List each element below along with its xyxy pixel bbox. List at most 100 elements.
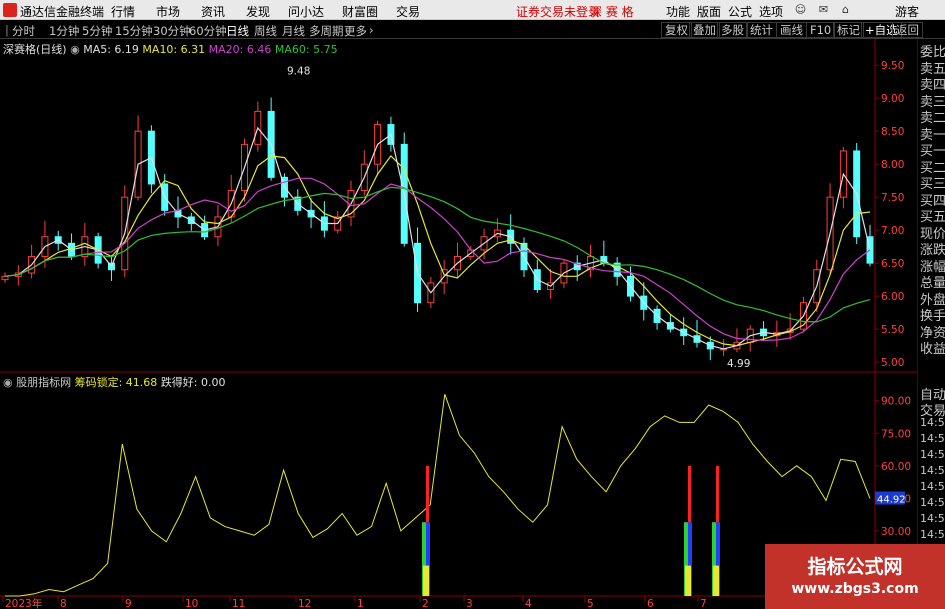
menu-news[interactable]: 资讯 xyxy=(201,3,225,20)
price-tick-label: 9.50 xyxy=(881,60,904,72)
menu-discover[interactable]: 发现 xyxy=(246,3,270,20)
price-tick-label: 9.00 xyxy=(881,93,904,105)
x-axis-label: 8 xyxy=(60,598,67,609)
tick-time-8: 14:56 xyxy=(920,512,945,525)
guest-user[interactable]: 游客 xyxy=(895,3,919,20)
candle-body xyxy=(1,275,9,281)
tool-draw[interactable]: 画线 xyxy=(776,22,807,38)
current-value-label: 44.92 xyxy=(877,495,906,506)
app-logo-icon xyxy=(3,3,17,17)
x-axis-label: 1 xyxy=(357,598,364,609)
menu-trade[interactable]: 交易 xyxy=(396,3,420,20)
ind-tick-label: 75.00 xyxy=(881,428,911,440)
indicator-line xyxy=(5,394,871,597)
period-15min[interactable]: 15分钟 xyxy=(115,23,153,39)
title-bar: 通达信金融终端 行情 市场 资讯 发现 问小达 财富圈 交易 证券交易未登录 深… xyxy=(0,0,945,20)
menu-layout[interactable]: 版面 xyxy=(697,3,721,20)
period-toolbar: | 分时 1分钟 5分钟 15分钟 30分钟 60分钟 日线 周线 月线 多周期… xyxy=(0,21,945,39)
x-axis-label: 11 xyxy=(232,598,245,609)
menu-options[interactable]: 选项 xyxy=(759,3,783,20)
kline-chart[interactable]: 9.50 9.00 8.50 8.00 7.50 7.00 6.50 6.00 5.50 5.00… xyxy=(0,39,917,609)
tool-overlay[interactable]: 叠加 xyxy=(689,22,720,38)
ma60-line xyxy=(4,186,871,323)
menu-quotes[interactable]: 行情 xyxy=(111,3,135,20)
quote-side-panel: 委比 卖五 卖四 卖三 卖二 卖一 买一 买二 买三 买四 买五 现价 涨跌 涨幅 总量 外盘 换手 净资 收益 自动… xyxy=(917,39,945,609)
ind-tick-label: 30.00 xyxy=(881,526,911,538)
tool-stats[interactable]: 统计 xyxy=(746,22,777,38)
login-status[interactable]: 证券交易未登录 xyxy=(516,3,600,20)
watermark-banner: 指标公式网 www.zbgs3.com xyxy=(765,544,945,609)
period-60min[interactable]: 60分钟 xyxy=(189,23,227,39)
menu-market[interactable]: 市场 xyxy=(156,3,180,20)
tool-f10[interactable]: F10 xyxy=(806,22,836,38)
period-weekly[interactable]: 周线 xyxy=(254,23,277,39)
period-30min[interactable]: 30分钟 xyxy=(153,23,191,39)
tick-time-9: 14:56 xyxy=(920,528,945,541)
drop-value-label: 跌得好: 0.00 xyxy=(160,376,226,389)
quote-field-18: 收益 xyxy=(920,342,945,357)
tick-time-7: 14:56 xyxy=(920,496,945,509)
stock-title: 深赛格(日线) xyxy=(3,43,67,56)
x-axis-label: 2023年 xyxy=(5,597,42,609)
ma10-label: MA10: 6.31 xyxy=(142,43,206,56)
banner-title: 指标公式网 xyxy=(807,556,903,578)
period-monthly[interactable]: 月线 xyxy=(282,23,305,39)
ma5-label: MA5: 6.19 xyxy=(83,43,139,56)
period-1min[interactable]: 1分钟 xyxy=(49,23,79,39)
tool-multistock[interactable]: 多股 xyxy=(717,22,748,38)
price-tick-label: 7.00 xyxy=(881,225,904,237)
period-daily[interactable]: 日线 xyxy=(226,23,249,39)
signal-bar-red xyxy=(716,465,719,523)
app-name: 通达信金融终端 xyxy=(20,5,105,19)
ma60-label: MA60: 5.75 xyxy=(274,43,338,56)
period-5min[interactable]: 5分钟 xyxy=(82,23,112,39)
service-icon[interactable]: ☺ xyxy=(793,2,808,17)
x-axis-label: 6 xyxy=(647,598,654,609)
tool-back[interactable]: 返回 xyxy=(892,22,923,38)
ma20-label: MA20: 6.46 xyxy=(208,43,272,56)
x-axis-label: 3 xyxy=(466,598,473,609)
indicator-title[interactable]: 股朋指标网 xyxy=(16,376,71,389)
legend-dropdown-icon[interactable]: ◉ xyxy=(70,43,80,56)
price-tick-label: 8.50 xyxy=(881,126,904,138)
x-axis-label: 4 xyxy=(525,598,532,609)
tick-time-4: 14:56 xyxy=(920,448,945,461)
period-prefix-icon: | xyxy=(5,23,9,37)
mail-icon[interactable]: ✉ xyxy=(816,2,831,17)
chevron-right-icon[interactable]: › xyxy=(369,23,374,37)
tick-time-5: 14:56 xyxy=(920,464,945,477)
price-tick-label: 5.00 xyxy=(881,357,904,369)
ind-tick-label: 90.00 xyxy=(881,396,911,408)
tool-mark[interactable]: 标记 xyxy=(833,22,864,38)
x-axis-label: 9 xyxy=(125,598,132,609)
banner-url: www.zbgs3.com xyxy=(791,581,919,597)
menu-wealth[interactable]: 财富圈 xyxy=(342,3,378,20)
indicator-dropdown-icon[interactable]: ◉ xyxy=(3,376,13,389)
price-tick-label: 6.50 xyxy=(881,258,904,270)
price-tick-label: 6.00 xyxy=(881,291,904,303)
x-axis-label: 10 xyxy=(185,598,198,609)
high-price-label: 9.48 xyxy=(287,66,310,78)
signal-bar-yellow xyxy=(423,565,429,596)
low-price-label: 4.99 xyxy=(727,358,750,370)
x-axis-label: 5 xyxy=(587,598,594,609)
lock-value-label: 筹码锁定: 41.68 xyxy=(74,376,158,389)
period-more[interactable]: 更多 xyxy=(344,23,367,39)
menu-ask[interactable]: 问小达 xyxy=(288,3,324,20)
indicator-legend: ◉ 股朋指标网 筹码锁定: 41.68 跌得好: 0.00 xyxy=(3,374,226,390)
signal-bar-yellow xyxy=(685,565,691,596)
menu-function[interactable]: 功能 xyxy=(666,3,690,20)
tick-time-2: 14:56 xyxy=(920,416,945,429)
main-legend: 深赛格(日线) ◉ MA5: 6.19 MA10: 6.31 MA20: 6.4… xyxy=(3,41,338,57)
menu-formula[interactable]: 公式 xyxy=(728,3,752,20)
tick-time-3: 14:56 xyxy=(920,432,945,445)
x-axis-label: 7 xyxy=(700,598,707,609)
home-icon[interactable]: ⌂ xyxy=(838,2,853,17)
price-tick-label: 8.00 xyxy=(881,159,904,171)
period-tick[interactable]: 分时 xyxy=(12,23,35,39)
x-axis-label: 2 xyxy=(422,598,429,609)
tick-time-6: 14:56 xyxy=(920,480,945,493)
tool-adjust[interactable]: 复权 xyxy=(661,22,692,38)
signal-bar-red xyxy=(688,465,691,523)
period-multi[interactable]: 多周期 xyxy=(309,23,344,39)
